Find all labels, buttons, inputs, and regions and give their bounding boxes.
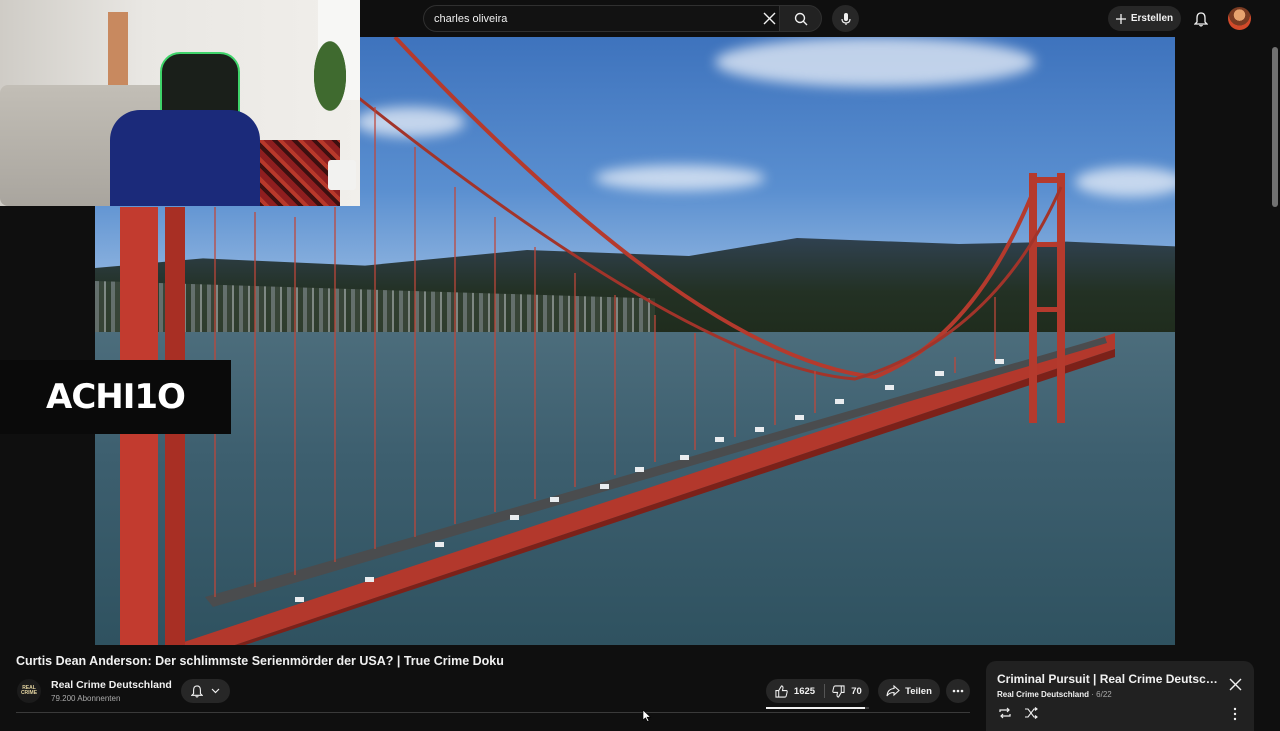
plus-icon (1115, 13, 1126, 24)
playlist-separator: · (1091, 690, 1094, 699)
playlist-channel[interactable]: Real Crime Deutschland (997, 690, 1089, 699)
channel-avatar[interactable]: REAL CRIME (17, 679, 41, 703)
like-count: 1625 (793, 685, 816, 697)
webcam-door (108, 12, 128, 92)
webcam-overlay (0, 0, 360, 206)
dislike-count: 70 (851, 685, 862, 697)
webcam-blanket (110, 110, 260, 206)
section-divider (16, 712, 970, 713)
search-button[interactable] (779, 5, 822, 32)
bell-icon (191, 684, 203, 698)
more-actions-button[interactable] (946, 679, 970, 703)
page-scrollbar[interactable] (1270, 37, 1280, 720)
dislike-button[interactable]: 70 (825, 679, 869, 703)
channel-avatar-text: REAL CRIME (20, 685, 38, 696)
bell-icon (1194, 11, 1208, 27)
avatar[interactable] (1228, 7, 1251, 30)
like-dislike-group: 1625 70 (766, 679, 869, 703)
shuffle-icon[interactable] (1024, 707, 1038, 719)
webcam-pot (328, 160, 356, 190)
more-horizontal-icon (952, 689, 964, 693)
share-button[interactable]: Teilen (878, 679, 940, 703)
playlist-meta: Real Crime Deutschland · 6/22 (997, 690, 1112, 699)
share-label: Teilen (905, 685, 932, 697)
channel-name[interactable]: Real Crime Deutschland (51, 679, 172, 691)
thumbs-down-icon (832, 684, 845, 698)
video-title: Curtis Dean Anderson: Der schlimmste Ser… (16, 654, 504, 668)
create-button[interactable]: Erstellen (1108, 6, 1181, 31)
mouse-cursor-icon (642, 710, 652, 722)
like-ratio-fill (766, 707, 865, 709)
scrollbar-thumb[interactable] (1272, 47, 1278, 207)
subscription-notifications-button[interactable] (181, 679, 230, 703)
playlist-title[interactable]: Criminal Pursuit | Real Crime Deutschlan… (997, 672, 1219, 686)
like-ratio-bar (766, 707, 869, 709)
channel-badge-overlay: ACHI1O (0, 360, 231, 434)
playlist-panel: Criminal Pursuit | Real Crime Deutschlan… (986, 661, 1254, 731)
close-icon[interactable] (763, 12, 776, 25)
search-input[interactable] (434, 10, 754, 28)
thumbs-up-icon (775, 684, 788, 698)
like-button[interactable]: 1625 (766, 679, 824, 703)
voice-search-button[interactable] (832, 5, 859, 32)
close-icon[interactable] (1229, 678, 1242, 691)
chevron-down-icon (211, 688, 220, 694)
loop-icon[interactable] (998, 707, 1012, 719)
search-box (423, 5, 779, 32)
share-icon (886, 685, 900, 697)
channel-badge-text: ACHI1O (46, 377, 186, 417)
playlist-position: 6/22 (1096, 690, 1112, 699)
more-vertical-icon[interactable] (1232, 707, 1238, 721)
webcam-plant (305, 40, 355, 130)
notifications-button[interactable] (1190, 8, 1212, 30)
webcam-rug (250, 140, 340, 206)
microphone-icon (840, 12, 851, 25)
create-label: Erstellen (1130, 13, 1174, 24)
subscriber-count: 79.200 Abonnenten (51, 694, 121, 703)
search-icon (794, 12, 807, 25)
